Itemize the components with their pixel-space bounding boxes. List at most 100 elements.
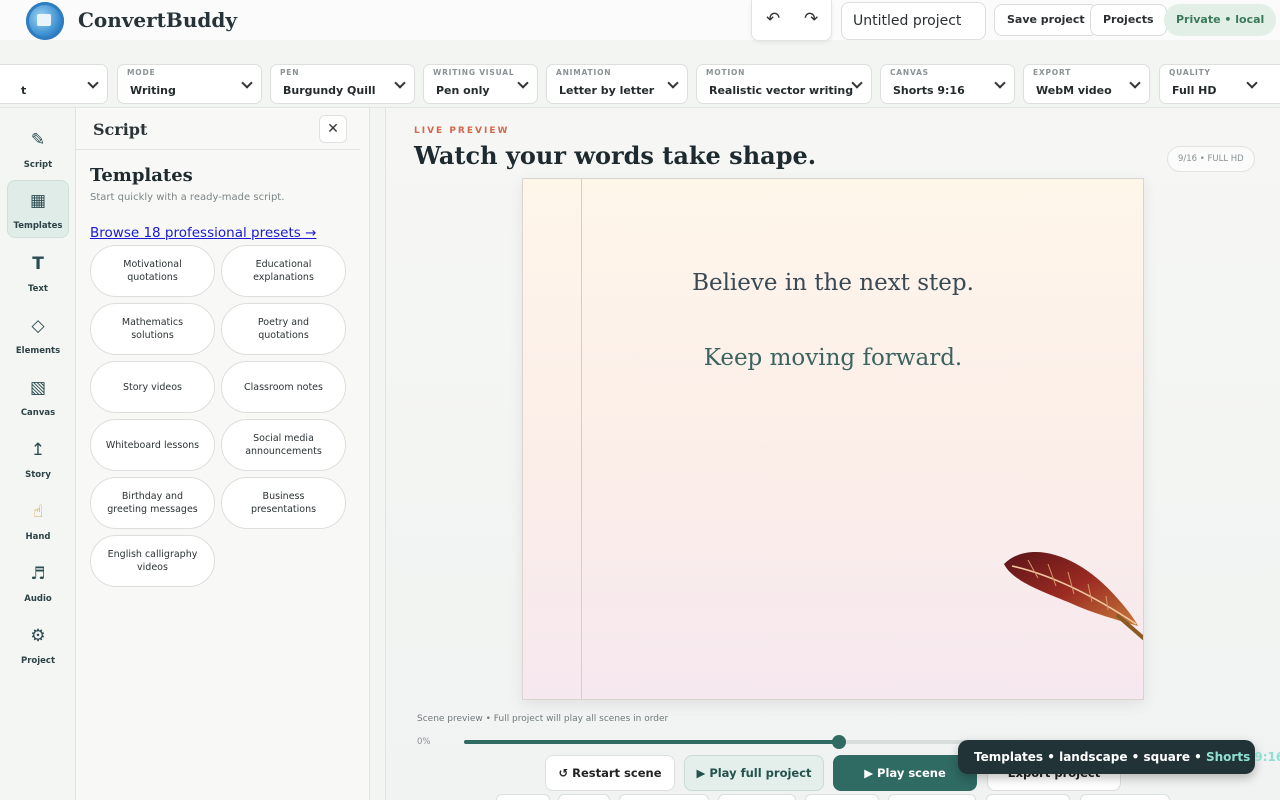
chevron-down-icon xyxy=(241,77,253,89)
canvas-text-line-1: Believe in the next step. xyxy=(692,270,974,296)
hand-icon: ☝ xyxy=(32,502,44,522)
text-icon: T xyxy=(32,254,44,274)
setting-caption: MOTION xyxy=(706,68,746,77)
setting-value: Letter by letter xyxy=(559,84,655,97)
chevron-down-icon xyxy=(394,77,406,89)
setting-value: Full HD xyxy=(1172,84,1217,97)
setting-select-partial[interactable]: t xyxy=(0,64,108,104)
animation-select[interactable]: ANIMATION Letter by letter xyxy=(546,64,688,104)
save-project-button[interactable]: Save project xyxy=(994,4,1098,36)
rail-item-templates[interactable]: ▦ Templates xyxy=(7,180,69,238)
quality-select[interactable]: QUALITY Full HD xyxy=(1159,64,1280,104)
setting-value: Shorts 9:16 xyxy=(893,84,965,97)
rail-item-elements[interactable]: ◇ Elements xyxy=(7,306,69,364)
rail-item-project[interactable]: ⚙ Project xyxy=(7,616,69,674)
setting-value: Pen only xyxy=(436,84,490,97)
canvas-text-line-2: Keep moving forward. xyxy=(703,345,963,371)
left-rail: ✎ Script ▦ Templates T Text ◇ Elements ▧… xyxy=(0,108,76,800)
script-panel: Script ✕ Templates Start quickly with a … xyxy=(76,108,370,800)
templates-subtitle: Start quickly with a ready-made script. xyxy=(90,192,285,203)
projects-button[interactable]: Projects xyxy=(1090,4,1167,36)
canvas-select[interactable]: CANVAS Shorts 9:16 xyxy=(880,64,1015,104)
preview-headline: Watch your words take shape. xyxy=(414,141,817,170)
preview-area: LIVE PREVIEW Watch your words take shape… xyxy=(386,108,1280,800)
rail-item-audio[interactable]: ♬ Audio xyxy=(7,554,69,612)
template-chip[interactable]: Classroom notes xyxy=(221,361,346,413)
browse-presets-link[interactable]: Browse 18 professional presets → xyxy=(90,225,316,241)
mode-select[interactable]: MODE Writing xyxy=(117,64,262,104)
diamond-icon: ◇ xyxy=(31,316,45,336)
status-toast: Templates • landscape • square • Shorts … xyxy=(958,740,1280,774)
template-chip[interactable]: Educational explanations xyxy=(221,245,346,297)
setting-caption: CANVAS xyxy=(890,68,929,77)
writing-visual-select[interactable]: WRITING VISUAL Pen only xyxy=(423,64,538,104)
redo-icon[interactable]: ↷ xyxy=(804,9,818,29)
progress-label: 0% xyxy=(417,737,431,747)
template-chip[interactable]: English calligraphy videos xyxy=(90,535,215,587)
setting-caption: MODE xyxy=(127,68,156,77)
restart-scene-button[interactable]: ↺ Restart scene xyxy=(545,755,675,791)
quill-pen-icon xyxy=(1004,551,1143,641)
rail-item-label: Hand xyxy=(25,532,51,542)
setting-value: Writing xyxy=(130,84,176,97)
app-name: ConvertBuddy xyxy=(78,8,237,32)
live-preview-eyebrow: LIVE PREVIEW xyxy=(414,126,510,136)
rail-item-label: Story xyxy=(25,470,51,480)
chevron-down-icon xyxy=(994,77,1006,89)
template-chip[interactable]: Business presentations xyxy=(221,477,346,529)
setting-caption: ANIMATION xyxy=(556,68,612,77)
setting-caption: EXPORT xyxy=(1033,68,1072,77)
rail-item-label: Audio xyxy=(24,594,52,604)
undo-icon[interactable]: ↶ xyxy=(766,9,780,29)
toast-text: Templates • landscape • square • xyxy=(974,750,1206,764)
rail-item-canvas[interactable]: ▧ Canvas xyxy=(7,368,69,426)
motion-select[interactable]: MOTION Realistic vector writing xyxy=(696,64,872,104)
margin-line xyxy=(581,179,582,699)
play-scene-button[interactable]: ▶ Play scene xyxy=(833,755,977,791)
play-full-project-button[interactable]: ▶ Play full project xyxy=(684,755,824,791)
rail-item-label: Project xyxy=(20,656,56,666)
gear-icon: ⚙ xyxy=(30,626,46,646)
progress-fill xyxy=(464,740,839,744)
template-chip[interactable]: Birthday and greeting messages xyxy=(90,477,215,529)
rail-item-label: Elements xyxy=(15,346,61,356)
panel-divider xyxy=(370,108,386,800)
chevron-down-icon xyxy=(667,77,679,89)
setting-value: Burgundy Quill xyxy=(283,84,376,97)
privacy-badge: Private • local xyxy=(1164,4,1277,36)
rail-item-script[interactable]: ✎ Script xyxy=(7,120,69,178)
progress-handle[interactable] xyxy=(832,735,846,749)
setting-caption: PEN xyxy=(280,68,300,77)
chevron-down-icon xyxy=(1129,77,1141,89)
app-logo xyxy=(26,2,64,40)
setting-value: Realistic vector writing xyxy=(709,84,854,97)
project-name-input[interactable] xyxy=(841,2,986,40)
rail-item-text[interactable]: T Text xyxy=(7,244,69,302)
template-chip[interactable]: Social media announcements xyxy=(221,419,346,471)
scene-note: Scene preview • Full project will play a… xyxy=(417,714,669,724)
setting-value: WebM video xyxy=(1036,84,1112,97)
grid-icon: ▦ xyxy=(29,191,47,211)
export-select[interactable]: EXPORT WebM video xyxy=(1023,64,1150,104)
template-chip[interactable]: Whiteboard lessons xyxy=(90,419,215,471)
close-icon[interactable]: ✕ xyxy=(319,115,347,143)
pen-select[interactable]: PEN Burgundy Quill xyxy=(270,64,415,104)
rail-item-story[interactable]: ↥ Story xyxy=(7,430,69,488)
template-chip[interactable]: Story videos xyxy=(90,361,215,413)
setting-caption: WRITING VISUAL xyxy=(433,68,515,77)
rail-item-hand[interactable]: ☝ Hand xyxy=(7,492,69,550)
templates-heading: Templates xyxy=(90,165,193,186)
rail-item-label: Script xyxy=(23,160,53,170)
undo-redo-group: ↶ ↷ xyxy=(751,0,832,41)
preview-canvas[interactable]: Believe in the next step. Keep moving fo… xyxy=(522,178,1144,700)
template-chip[interactable]: Mathematics solutions xyxy=(90,303,215,355)
panel-title: Script xyxy=(93,120,148,139)
panel-header: Script ✕ xyxy=(76,108,360,150)
template-chip[interactable]: Poetry and quotations xyxy=(221,303,346,355)
canvas-icon: ▧ xyxy=(29,378,47,398)
top-bar: ConvertBuddy ↶ ↷ Save project Projects P… xyxy=(0,0,1280,41)
setting-value: t xyxy=(21,84,27,97)
chevron-down-icon xyxy=(87,77,99,89)
chevron-down-icon xyxy=(1246,77,1258,89)
template-chip[interactable]: Motivational quotations xyxy=(90,245,215,297)
